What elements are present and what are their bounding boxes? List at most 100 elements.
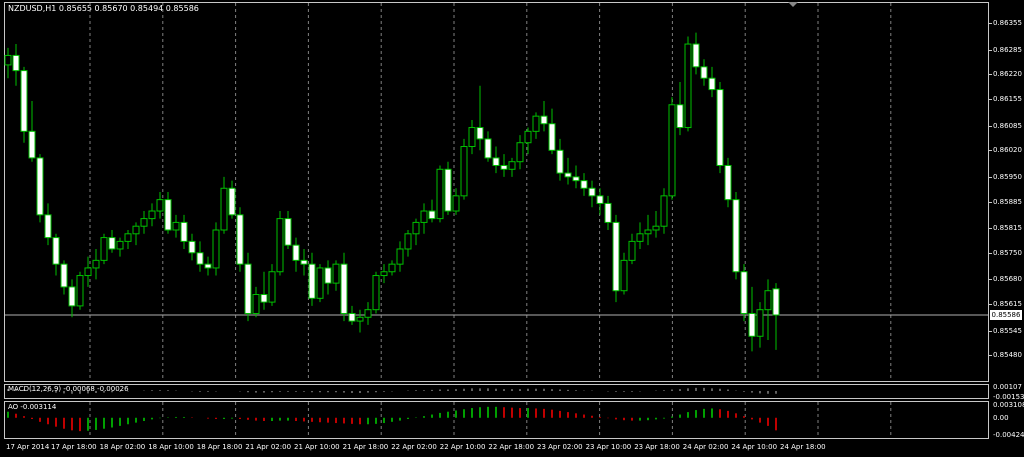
candle-body — [572, 176, 580, 182]
price-axis-label: 0.85950 — [993, 172, 1022, 181]
price-axis-label: 0.85815 — [993, 224, 1022, 233]
candle-body — [52, 237, 60, 265]
time-axis-label: 23 Apr 02:00 — [537, 443, 583, 451]
candle-body — [500, 164, 508, 170]
time-axis-label: 21 Apr 10:00 — [294, 443, 340, 451]
candle-body — [324, 267, 332, 284]
ao-axis-label: -0.004243 — [993, 430, 1024, 439]
time-axis-label: 24 Apr 02:00 — [682, 443, 729, 451]
candle-body — [756, 309, 764, 337]
candle-body — [76, 275, 84, 307]
candle-body — [220, 187, 228, 231]
candle-body — [612, 221, 620, 292]
price-axis-label: 0.85545 — [993, 326, 1022, 335]
candle-body — [620, 259, 628, 292]
candle-body — [476, 127, 484, 140]
candle-body — [436, 168, 444, 220]
candle-body — [676, 104, 684, 129]
time-axis-label: 18 Apr 02:00 — [99, 443, 146, 451]
time-axis-label: 22 Apr 18:00 — [488, 443, 535, 451]
time-axis-label: 23 Apr 10:00 — [585, 443, 632, 451]
candle-body — [492, 157, 500, 166]
candle-body — [708, 77, 716, 91]
candle-body — [308, 263, 316, 299]
time-axis-label: 22 Apr 02:00 — [391, 443, 437, 451]
price-axis-label: 0.85480 — [993, 351, 1022, 360]
candle-body — [316, 267, 324, 299]
candle-body — [132, 225, 140, 235]
macd-axis-label: -0.00153 — [993, 392, 1024, 401]
candle-body — [516, 142, 524, 163]
candle-body — [180, 221, 188, 242]
candle-body — [444, 168, 452, 212]
price-axis-tick — [989, 150, 992, 152]
ao-axis-label: 0.003108 — [993, 401, 1024, 410]
price-axis-tick — [989, 330, 992, 332]
candle-body — [212, 229, 220, 269]
candle-body — [188, 240, 196, 254]
price-axis-label: 0.85680 — [993, 275, 1022, 284]
price-axis-label: 0.85750 — [993, 248, 1022, 257]
candle-body — [348, 312, 356, 322]
candle-body — [564, 172, 572, 178]
candle-body — [580, 180, 588, 189]
candle-body — [124, 233, 132, 242]
candle-body — [116, 240, 124, 250]
candle-body — [732, 199, 740, 273]
time-axis-label: 23 Apr 18:00 — [634, 443, 680, 451]
candle-body — [148, 210, 156, 220]
candle-body — [140, 218, 148, 227]
candle-body — [540, 115, 548, 125]
price-axis-tick — [989, 252, 992, 254]
candle-body — [340, 263, 348, 314]
price-axis-tick — [989, 176, 992, 178]
price-axis-label: 0.86085 — [993, 121, 1022, 130]
candle-body — [292, 244, 300, 261]
candle-body — [748, 312, 756, 337]
ao-axis-label: 0.00 — [993, 413, 1009, 422]
price-axis-tick — [989, 74, 992, 76]
candle-body — [236, 214, 244, 265]
candle-body — [644, 229, 652, 235]
candle-body — [460, 146, 468, 197]
candle-body — [356, 316, 364, 322]
candle-body — [596, 195, 604, 204]
candle-body — [268, 271, 276, 303]
candle-body — [700, 66, 708, 79]
time-axis-label: 17 Apr 18:00 — [51, 443, 97, 451]
candle-body — [772, 288, 780, 316]
candle-body — [172, 221, 180, 231]
candle-body — [300, 259, 308, 265]
price-axis-tick — [989, 201, 992, 203]
candle-body — [156, 199, 164, 212]
candle-body — [60, 263, 68, 288]
price-axis-tick — [989, 23, 992, 25]
price-axis-tick — [989, 355, 992, 357]
candle-body — [84, 267, 92, 277]
candle-body — [420, 210, 428, 223]
candle-body — [92, 259, 100, 269]
candle-body — [740, 271, 748, 314]
candle-body — [508, 161, 516, 170]
price-axis-label: 0.86020 — [993, 146, 1022, 155]
candle-body — [428, 210, 436, 220]
candle-body — [196, 252, 204, 265]
candle-body — [372, 275, 380, 311]
price-axis-tick — [989, 304, 992, 305]
time-axis-label: 21 Apr 18:00 — [342, 443, 389, 451]
candle-body — [628, 240, 636, 261]
candle-body — [660, 195, 668, 227]
candle-body — [684, 43, 692, 129]
candle-body — [412, 221, 420, 235]
price-axis-tick — [989, 49, 992, 51]
candle-body — [228, 187, 236, 216]
time-axis-label: 24 Apr 10:00 — [731, 443, 778, 451]
candle-body — [44, 214, 52, 239]
candle-body — [12, 54, 20, 72]
candle-body — [468, 127, 476, 148]
candle-body — [668, 104, 676, 197]
candle-body — [604, 202, 612, 223]
candle-body — [484, 138, 492, 159]
price-axis-label: 0.86155 — [993, 95, 1022, 104]
time-axis-label: 17 Apr 2014 — [6, 443, 50, 451]
